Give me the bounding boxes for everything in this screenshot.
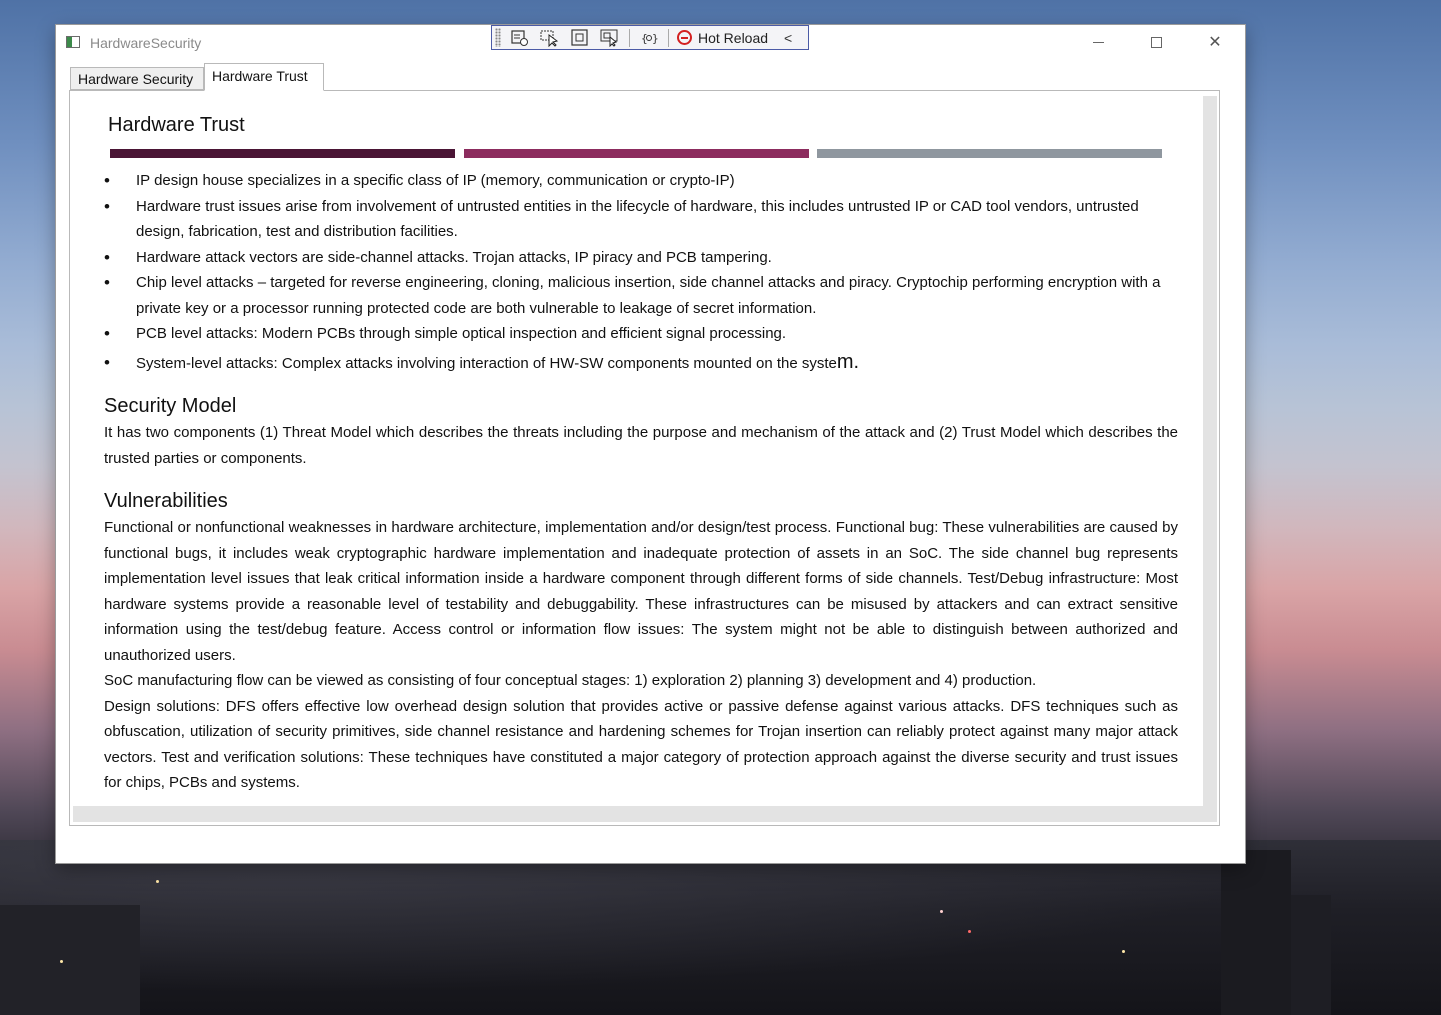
trust-bullet-list: IP design house specializes in a specifi… <box>104 168 1178 376</box>
background-building <box>0 905 140 1015</box>
minimize-button[interactable] <box>1069 25 1127 59</box>
vulnerabilities-paragraph: Functional or nonfunctional weaknesses i… <box>104 519 1178 664</box>
background-building <box>1291 895 1331 1015</box>
hot-reload-status-icon <box>677 30 692 45</box>
list-item: System-level attacks: Complex attacks in… <box>104 350 1178 377</box>
list-item: Hardware attack vectors are side-channel… <box>104 245 1178 271</box>
close-icon: ✕ <box>1208 34 1222 51</box>
tab-hardware-trust[interactable]: Hardware Trust <box>204 63 324 91</box>
list-item: IP design house specializes in a specifi… <box>104 168 1178 194</box>
close-button[interactable]: ✕ <box>1186 25 1244 59</box>
design-solutions-paragraph: Design solutions: DFS offers effective l… <box>104 697 1178 792</box>
hot-reload-toolbar: {} Hot Reload < <box>491 25 809 50</box>
list-item: Chip level attacks – targeted for revers… <box>104 270 1178 321</box>
heading-hardware-trust: Hardware Trust <box>108 114 245 136</box>
background-light <box>60 960 63 963</box>
binding-failures-icon[interactable]: {} <box>638 28 660 48</box>
select-element-icon[interactable] <box>539 28 561 48</box>
list-item-text-end: m. <box>836 350 860 373</box>
document-page: Hardware Trust IP design house specializ… <box>73 96 1203 806</box>
background-light <box>940 910 943 913</box>
toolbar-grip-icon[interactable] <box>495 28 501 47</box>
svg-text:}: } <box>652 32 658 45</box>
maximize-button[interactable] <box>1127 25 1185 59</box>
desktop-background-skyline <box>0 840 1441 1015</box>
list-item: Hardware trust issues arise from involve… <box>104 194 1178 245</box>
document-frame: Hardware Trust IP design house specializ… <box>73 96 1217 822</box>
color-bars <box>110 149 1162 158</box>
hot-reload-label[interactable]: Hot Reload <box>698 30 768 46</box>
toolbar-separator <box>629 28 630 47</box>
background-light <box>156 880 159 883</box>
minimize-icon <box>1092 41 1104 43</box>
security-model-text: It has two components (1) Threat Model w… <box>104 424 1178 467</box>
background-light <box>1122 950 1125 953</box>
manufacturing-flow-paragraph: SoC manufacturing flow can be viewed as … <box>104 672 1037 689</box>
list-item: PCB level attacks: Modern PCBs through s… <box>104 321 1178 347</box>
app-window: HardwareSecurity ✕ Hardware Security Har… <box>56 25 1245 863</box>
list-item-text: System-level attacks: Complex attacks in… <box>136 354 837 372</box>
toolbar-separator <box>668 28 669 47</box>
heading-security-model: Security Model <box>104 395 237 417</box>
maximize-icon <box>1150 36 1162 48</box>
track-focused-element-icon[interactable] <box>599 28 621 48</box>
tab-hardware-security[interactable]: Hardware Security <box>70 67 204 90</box>
app-icon <box>66 36 80 48</box>
color-bar-2 <box>463 149 809 158</box>
tab-panel: Hardware Trust IP design house specializ… <box>69 90 1220 826</box>
color-bar-1 <box>110 149 455 158</box>
background-building <box>1221 850 1291 1015</box>
heading-vulnerabilities: Vulnerabilities <box>104 490 228 512</box>
window-title: HardwareSecurity <box>90 35 202 51</box>
chevron-left-icon[interactable]: < <box>784 30 792 46</box>
background-light <box>968 930 971 933</box>
live-visual-tree-icon[interactable] <box>509 28 531 48</box>
color-bar-3 <box>817 149 1162 158</box>
display-layout-adorners-icon[interactable] <box>569 28 591 48</box>
